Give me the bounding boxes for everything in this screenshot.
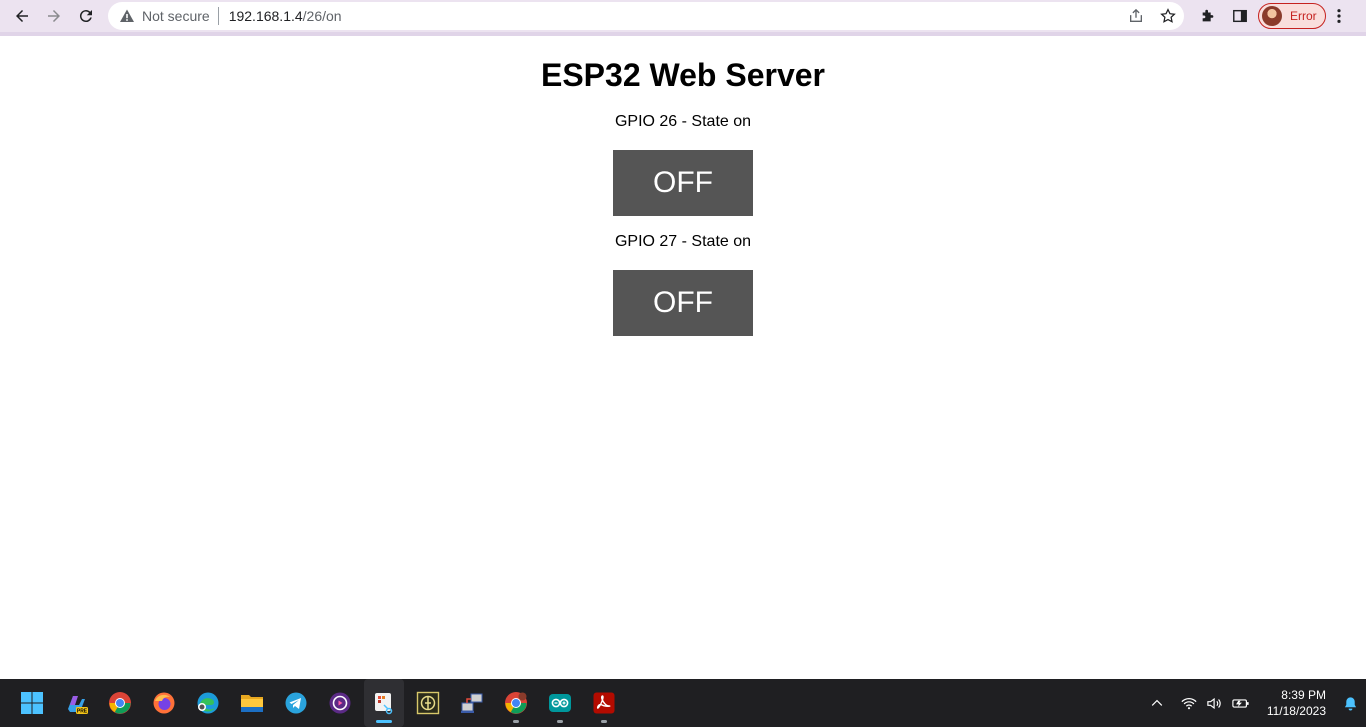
more-menu-icon[interactable]	[1326, 0, 1352, 32]
page-content: ESP32 Web Server GPIO 26 - State on OFF …	[0, 36, 1366, 679]
active-indicator	[376, 720, 392, 723]
forward-button[interactable]	[38, 2, 70, 30]
forward-arrow-icon	[48, 10, 60, 22]
snipping-tool-icon	[375, 693, 393, 715]
telegram-icon	[285, 692, 307, 714]
arduino-icon	[549, 694, 571, 712]
taskbar-chrome[interactable]	[100, 679, 140, 727]
taskbar-chrome-profile[interactable]	[496, 679, 536, 727]
browser-toolbar: Not secure 192.168.1.4/26/on Error	[0, 0, 1366, 32]
omnibox-divider	[217, 7, 219, 25]
gpio26-off-button[interactable]: OFF	[613, 150, 753, 216]
taskbar-file-explorer[interactable]	[232, 679, 272, 727]
acrobat-icon	[593, 692, 615, 714]
network-app-icon	[461, 693, 483, 713]
address-bar[interactable]: Not secure 192.168.1.4/26/on	[108, 2, 1184, 30]
running-indicator	[601, 720, 607, 723]
clock-time: 8:39 PM	[1281, 688, 1326, 702]
running-indicator	[513, 720, 519, 723]
firefox-icon	[153, 692, 175, 714]
taskbar-edge[interactable]	[188, 679, 228, 727]
bookmark-star-icon[interactable]	[1152, 2, 1184, 30]
page-title: ESP32 Web Server	[540, 57, 825, 93]
running-indicator	[557, 720, 563, 723]
wifi-icon[interactable]	[1176, 679, 1202, 727]
profile-error-label: Error	[1290, 9, 1317, 23]
svg-text:PRE: PRE	[77, 709, 88, 715]
profile-button[interactable]: Error	[1258, 3, 1326, 29]
notification-bell-icon[interactable]	[1334, 679, 1366, 727]
taskbar-acrobat[interactable]	[584, 679, 624, 727]
start-button[interactable]	[12, 679, 52, 727]
url-host: 192.168.1.4	[228, 8, 303, 24]
edge-icon	[197, 692, 219, 714]
taskbar-snipping-tool[interactable]	[364, 679, 404, 727]
battery-icon[interactable]	[1228, 679, 1254, 727]
share-icon[interactable]	[1120, 2, 1152, 30]
system-tray: 8:39 PM 11/18/2023	[1144, 679, 1366, 727]
clock[interactable]: 8:39 PM 11/18/2023	[1254, 687, 1326, 719]
clock-date: 11/18/2023	[1266, 704, 1326, 718]
gpio27-off-button[interactable]: OFF	[613, 270, 753, 336]
media-player-icon	[329, 692, 351, 714]
windows-start-icon	[21, 692, 43, 714]
show-hidden-icons-chevron-icon[interactable]	[1144, 679, 1170, 727]
taskbar-copilot[interactable]: PRE	[56, 679, 96, 727]
url-text[interactable]: 192.168.1.4/26/on	[229, 8, 342, 24]
extensions-icon[interactable]	[1192, 0, 1224, 32]
taskbar-firefox[interactable]	[144, 679, 184, 727]
warning-icon[interactable]	[119, 8, 135, 24]
back-button[interactable]	[6, 2, 38, 30]
taskbar-telegram[interactable]	[276, 679, 316, 727]
taskbar-media-player[interactable]	[320, 679, 360, 727]
back-arrow-icon	[16, 10, 28, 22]
file-explorer-icon	[241, 695, 263, 712]
taskbar-arduino[interactable]	[540, 679, 580, 727]
avatar	[1262, 6, 1282, 26]
taskbar-network-app[interactable]	[452, 679, 492, 727]
side-panel-icon[interactable]	[1224, 0, 1256, 32]
taskbar: PRE 8:39 PM 11/18/2023	[0, 679, 1366, 727]
security-status[interactable]: Not secure	[142, 8, 210, 24]
reload-button[interactable]	[70, 2, 102, 30]
proteus-icon	[416, 691, 440, 715]
volume-icon[interactable]	[1202, 679, 1228, 727]
url-path: /26/on	[302, 8, 342, 24]
taskbar-proteus[interactable]	[408, 679, 448, 727]
chrome-profile-icon	[505, 692, 527, 714]
gpio27-state-label: GPIO 27 - State on	[614, 233, 752, 250]
chrome-icon	[109, 692, 131, 714]
copilot-pre-icon: PRE	[68, 696, 88, 715]
gpio26-state-label: GPIO 26 - State on	[614, 113, 752, 130]
reload-icon	[79, 10, 92, 23]
